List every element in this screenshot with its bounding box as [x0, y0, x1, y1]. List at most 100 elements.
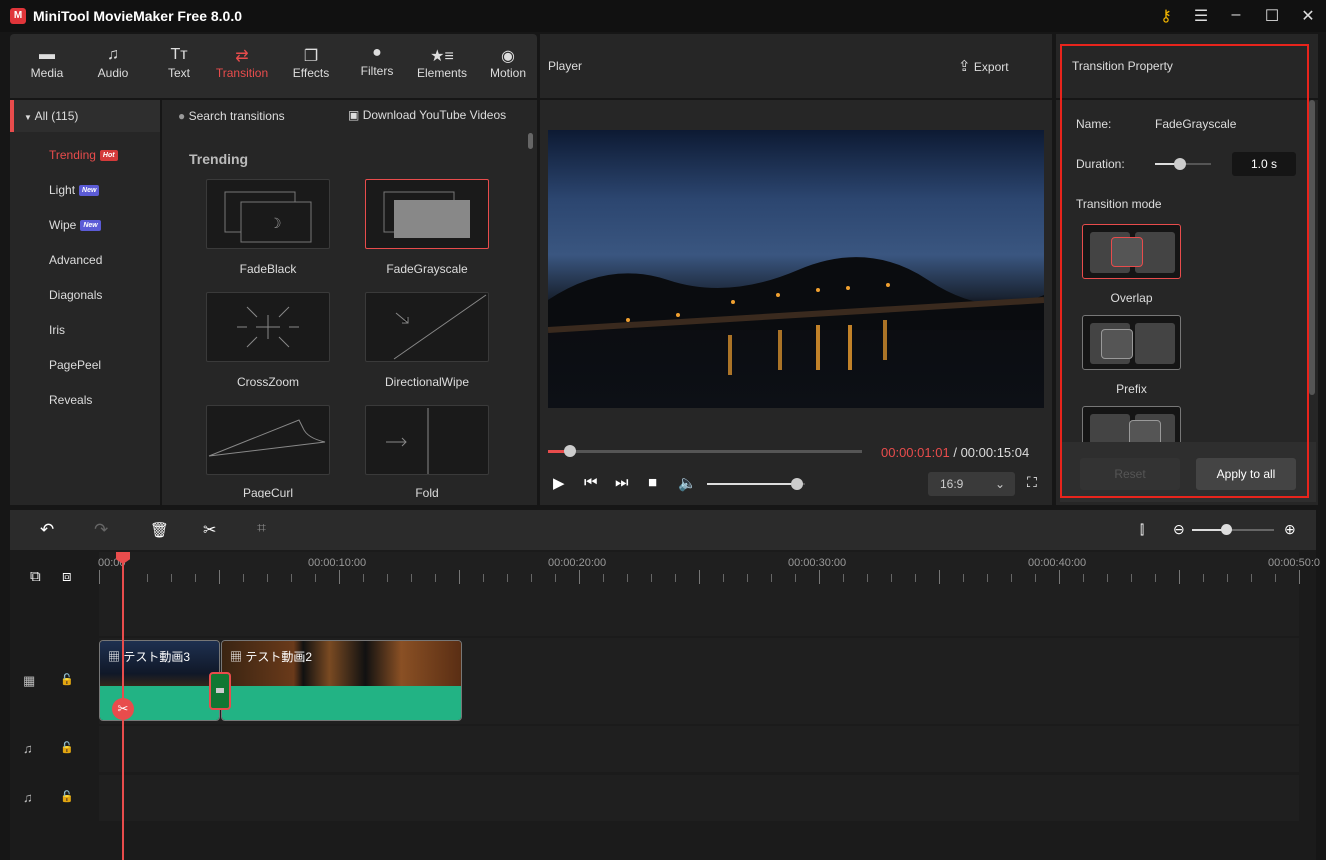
ruler-label: 00:00:50:0 [1268, 557, 1320, 569]
mode-label: Transition mode [1076, 197, 1162, 211]
ruler-tick [291, 574, 292, 582]
key-icon[interactable]: ⚷ [1156, 6, 1176, 26]
search-input[interactable]: ● Search transitions [178, 109, 285, 123]
category-trending[interactable]: Trending Hot [10, 138, 160, 173]
ruler-tick [819, 570, 820, 584]
category-label: Wipe [49, 218, 77, 232]
transition-thumb-pagecurl[interactable] [206, 405, 330, 475]
tab-audio[interactable]: ♫ Audio [80, 34, 146, 98]
ruler-tick [1155, 574, 1156, 582]
youtube-icon: ▣ [348, 108, 360, 122]
hot-badge: Hot [99, 150, 118, 162]
maximize-icon[interactable]: ☐ [1262, 6, 1282, 26]
ruler-tick [195, 574, 196, 582]
zoom-in-icon[interactable]: ⊕ [1284, 521, 1296, 538]
category-label: Diagonals [49, 288, 103, 302]
volume-slider[interactable] [707, 478, 805, 490]
ruler-tick [219, 570, 220, 584]
duration-slider[interactable] [1155, 158, 1211, 170]
ruler-tick [315, 574, 316, 582]
fit-timeline-icon[interactable]: ⫿ [1140, 522, 1144, 538]
tab-transition[interactable]: ⇄ Transition [209, 34, 275, 98]
tab-text[interactable]: Tт Text [146, 34, 212, 98]
duration-input[interactable]: 1.0 s [1232, 152, 1296, 176]
tab-media[interactable]: ▬ Media [14, 34, 80, 98]
library-scrollbar[interactable] [528, 133, 533, 149]
video-clip[interactable]: ▦ テスト動画2 [221, 640, 462, 721]
category-reveals[interactable]: Reveals [10, 383, 160, 418]
ruler-tick [1251, 574, 1252, 582]
app-logo: M [10, 8, 26, 24]
tab-filters[interactable]: ● Filters [344, 32, 410, 96]
stop-icon[interactable]: ■ [648, 474, 657, 491]
category-pagepeel[interactable]: PagePeel [10, 348, 160, 383]
transition-thumb-fadeblack[interactable]: ☽ [206, 179, 330, 249]
delete-icon[interactable]: 🗑 [150, 521, 169, 539]
ruler-tick [579, 570, 580, 584]
transition-thumb-fold[interactable] [365, 405, 489, 475]
remove-track-icon[interactable]: ⧈ [62, 568, 72, 585]
zoom-out-icon[interactable]: ⊖ [1173, 521, 1185, 538]
mode-overlap[interactable] [1082, 224, 1181, 279]
time-ruler[interactable] [99, 552, 1299, 636]
ruler-label: 00:00:30:00 [788, 557, 847, 569]
ruler-tick [627, 574, 628, 582]
tab-effects[interactable]: ❐ Effects [278, 34, 344, 98]
lock-icon[interactable]: 🔓 [60, 741, 74, 754]
volume-icon[interactable]: 🔈 [678, 474, 697, 492]
effects-icon: ❐ [303, 48, 319, 65]
transition-label: Fold [415, 486, 439, 498]
add-track-icon[interactable]: ⧉ [30, 568, 41, 585]
previous-frame-icon[interactable]: ⏮ [584, 474, 598, 491]
transition-marker[interactable] [209, 672, 231, 710]
ruler-tick [459, 570, 460, 584]
category-wipe[interactable]: Wipe New [10, 208, 160, 243]
motion-icon: ◉ [501, 48, 515, 65]
scissors-icon[interactable]: ✂ [112, 698, 134, 720]
tab-elements[interactable]: ★≡ Elements [409, 34, 475, 98]
fullscreen-icon[interactable]: ⛶ [1027, 474, 1037, 491]
reset-button[interactable]: Reset [1080, 458, 1180, 490]
category-iris[interactable]: Iris [10, 313, 160, 348]
lock-icon[interactable]: 🔓 [60, 790, 74, 803]
mode-suffix[interactable] [1082, 406, 1181, 442]
seek-bar[interactable] [548, 445, 862, 457]
section-heading: Trending [189, 151, 249, 167]
ruler-tick [531, 574, 532, 582]
transition-thumb-directionalwipe[interactable] [365, 292, 489, 362]
apply-to-all-button[interactable]: Apply to all [1196, 458, 1296, 490]
category-label: Reveals [49, 393, 93, 407]
category-light[interactable]: Light New [10, 173, 160, 208]
next-frame-icon[interactable]: ⏭ [615, 474, 629, 491]
zoom-slider[interactable] [1192, 524, 1274, 535]
crop-icon[interactable]: ⌗ [257, 520, 266, 538]
aspect-value: 16:9 [940, 477, 964, 491]
property-scrollbar[interactable] [1309, 100, 1315, 395]
transition-thumb-crosszoom[interactable] [206, 292, 330, 362]
category-advanced[interactable]: Advanced [10, 243, 160, 278]
menu-icon[interactable]: ☰ [1191, 6, 1211, 26]
undo-icon[interactable]: ↶ [40, 520, 54, 540]
video-preview [547, 130, 1045, 408]
download-youtube-button[interactable]: ▣ Download YouTube Videos [348, 108, 506, 122]
category-diagonals[interactable]: Diagonals [10, 278, 160, 313]
transition-thumb-fadegrayscale[interactable] [365, 179, 489, 249]
close-icon[interactable]: ✕ [1298, 6, 1318, 26]
property-title: Transition Property [1072, 59, 1173, 73]
play-icon[interactable]: ▶ [553, 474, 565, 492]
split-icon[interactable]: ✂ [203, 520, 216, 540]
ruler-tick [963, 574, 964, 582]
audio-track-1 [99, 726, 1299, 772]
aspect-ratio-select[interactable]: 16:9 ⌄ [928, 472, 1015, 496]
ruler-tick [939, 570, 940, 584]
category-all[interactable]: ▼ All (115) [10, 100, 160, 132]
ruler-tick [267, 574, 268, 582]
audio-track-2 [99, 775, 1299, 821]
tab-motion[interactable]: ◉ Motion [475, 34, 541, 98]
mode-prefix[interactable] [1082, 315, 1181, 370]
lock-icon[interactable]: 🔓 [60, 673, 74, 686]
ruler-tick [555, 574, 556, 582]
export-button[interactable]: ⇪ Export [958, 57, 1009, 75]
redo-icon[interactable]: ↷ [94, 520, 108, 540]
minimize-icon[interactable]: – [1226, 6, 1246, 24]
